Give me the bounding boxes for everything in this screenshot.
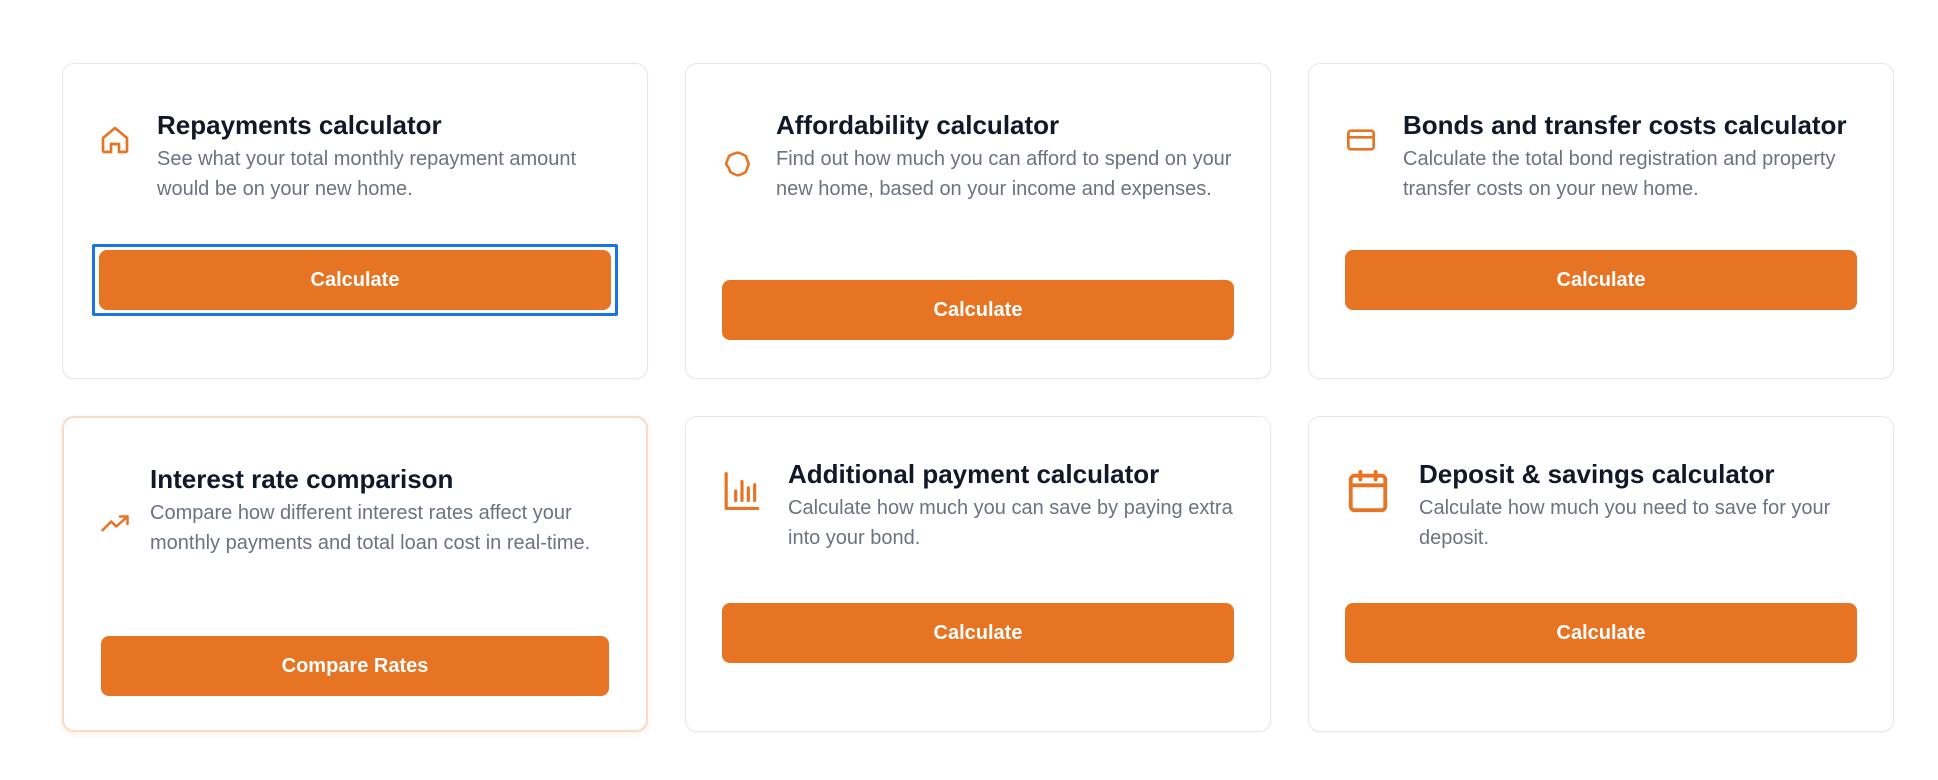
card-header: Bonds and transfer costs calculator Calc… bbox=[1345, 108, 1863, 204]
calendar-icon bbox=[1345, 467, 1391, 517]
trending-up-icon bbox=[100, 504, 130, 544]
deposit-calculate-button[interactable]: Calculate bbox=[1345, 603, 1857, 663]
card-additional-payment-calculator: Additional payment calculator Calculate … bbox=[685, 416, 1271, 732]
compare-rates-button[interactable]: Compare Rates bbox=[101, 636, 609, 696]
card-affordability-calculator: Affordability calculator Find out how mu… bbox=[685, 63, 1271, 379]
repayments-calculate-button[interactable]: Calculate bbox=[99, 250, 611, 310]
card-interest-rate-comparison: Interest rate comparison Compare how dif… bbox=[62, 416, 648, 732]
card-header: Interest rate comparison Compare how dif… bbox=[100, 462, 616, 558]
card-header: Repayments calculator See what your tota… bbox=[99, 108, 617, 204]
card-title: Bonds and transfer costs calculator bbox=[1403, 110, 1847, 140]
additional-payment-calculate-button[interactable]: Calculate bbox=[722, 603, 1234, 663]
card-title: Deposit & savings calculator bbox=[1419, 459, 1775, 489]
card-deposit-savings-calculator: Deposit & savings calculator Calculate h… bbox=[1308, 416, 1894, 732]
card-header: Deposit & savings calculator Calculate h… bbox=[1345, 457, 1863, 553]
card-description: Calculate the total bond registration an… bbox=[1403, 148, 1836, 200]
bonds-calculate-button[interactable]: Calculate bbox=[1345, 250, 1857, 310]
card-header: Additional payment calculator Calculate … bbox=[722, 457, 1240, 553]
credit-card-icon bbox=[1345, 120, 1377, 160]
card-title: Repayments calculator bbox=[157, 110, 442, 140]
card-description: Find out how much you can afford to spen… bbox=[776, 148, 1232, 200]
card-description: Compare how different interest rates aff… bbox=[150, 502, 591, 554]
card-header: Affordability calculator Find out how mu… bbox=[722, 108, 1240, 204]
card-title: Additional payment calculator bbox=[788, 459, 1160, 489]
affordability-calculate-button[interactable]: Calculate bbox=[722, 280, 1234, 340]
card-title: Interest rate comparison bbox=[150, 464, 454, 494]
calculator-grid: Repayments calculator See what your tota… bbox=[62, 63, 1894, 732]
card-bonds-transfer-calculator: Bonds and transfer costs calculator Calc… bbox=[1308, 63, 1894, 379]
circle-badge-icon bbox=[722, 144, 754, 184]
card-description: Calculate how much you need to save for … bbox=[1419, 497, 1831, 549]
bar-chart-icon bbox=[722, 469, 762, 513]
card-title: Affordability calculator bbox=[776, 110, 1060, 140]
card-repayments-calculator: Repayments calculator See what your tota… bbox=[62, 63, 648, 379]
house-icon bbox=[99, 120, 131, 160]
card-description: See what your total monthly repayment am… bbox=[157, 148, 577, 200]
card-description: Calculate how much you can save by payin… bbox=[788, 497, 1233, 549]
